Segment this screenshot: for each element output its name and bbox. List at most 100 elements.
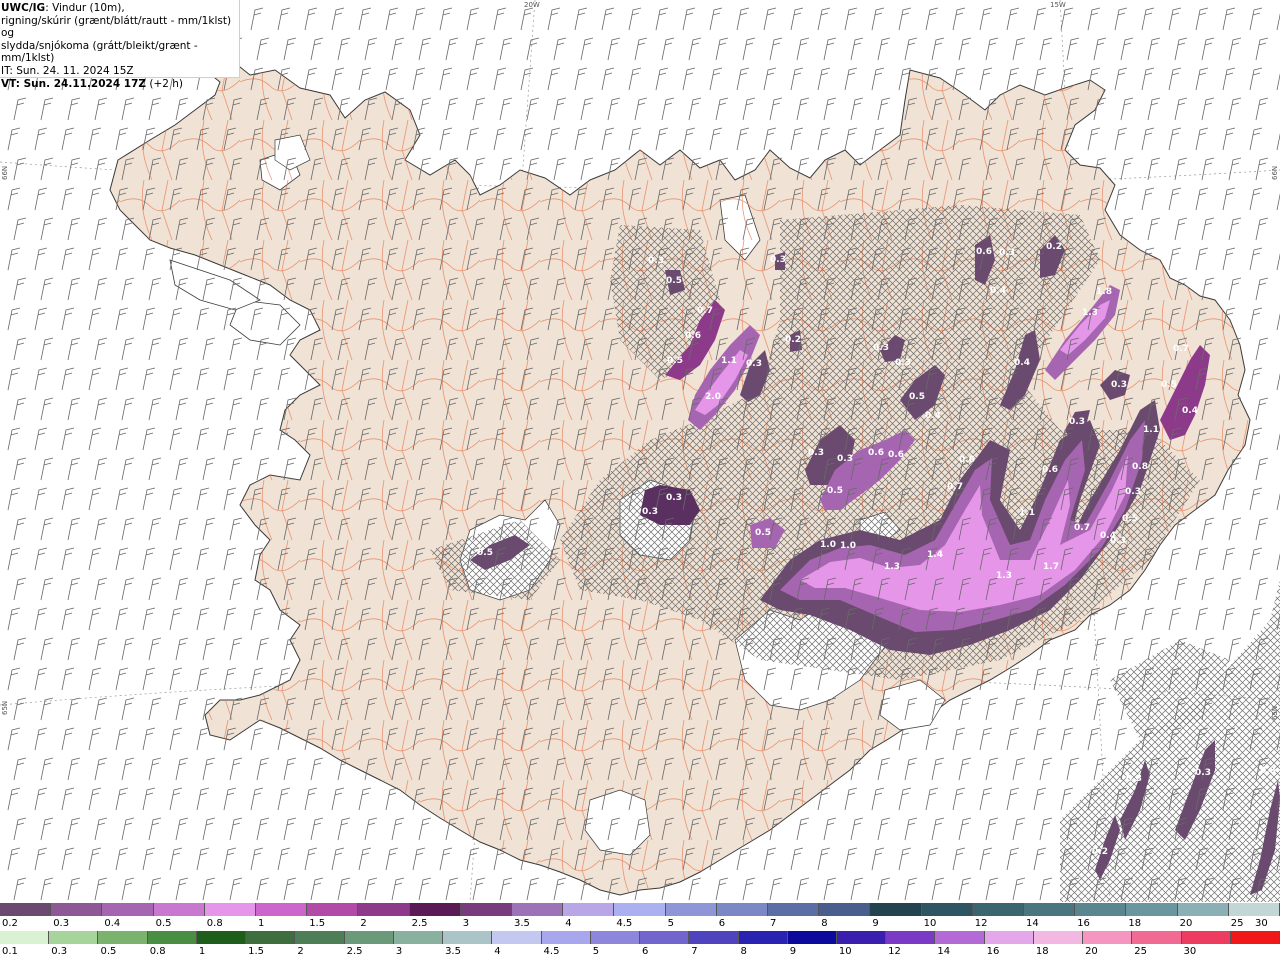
precip-value-label: 0.3	[1069, 417, 1085, 427]
legend-label: 30	[1255, 918, 1268, 929]
legend-swatch	[819, 903, 871, 916]
legend-swatch	[256, 903, 308, 916]
legend-label: 7	[770, 918, 777, 929]
legend-swatch	[870, 903, 922, 916]
legend-swatch	[972, 903, 1025, 916]
legend-swatch	[1181, 931, 1231, 944]
legend-label: 0.2	[2, 918, 18, 929]
map-canvas: 0.30.50.70.60.5 1.1 0.32.00.30.20.30.30.50…	[0, 0, 1280, 903]
legend-label: 2.5	[411, 918, 428, 929]
legend-swatch	[1177, 903, 1229, 916]
legend-label: 25	[1230, 918, 1244, 929]
legend-label: 1	[198, 946, 206, 957]
legend-label: 7	[691, 946, 698, 957]
legend-label: 0.8	[149, 946, 166, 957]
legend-label: 5	[592, 946, 600, 957]
legend-swatch	[563, 903, 615, 916]
legend-label: 4	[565, 918, 572, 929]
precip-value-label: 0.2	[1046, 242, 1062, 252]
precip-value-label: 0.2	[785, 335, 801, 345]
legend-swatch	[246, 931, 296, 944]
legend-swatch	[689, 931, 739, 944]
precip-value-label: 0.5	[909, 392, 925, 402]
precip-value-label: 0.7	[1074, 523, 1090, 533]
legend-swatch	[51, 903, 103, 916]
legend-label: 3.5	[514, 918, 530, 929]
legend-label: 9	[872, 918, 879, 929]
legend-label: 4	[494, 946, 501, 957]
legend-label: 6	[642, 946, 649, 957]
weather-map: 0.3 0.5 0.7 0.6 0.5 1.1 0.3 2.0 0.3 0.2 0.3 0.3 0.5 0…	[0, 0, 1280, 903]
precip-value-label: 0.3	[808, 448, 824, 458]
legend-label: 0.5	[100, 946, 117, 957]
legend-label: 25	[1134, 946, 1148, 957]
lon-label-20w: 20W	[524, 1, 540, 9]
legend-label: 0.8	[206, 918, 223, 929]
precip-value-label: 0.6	[868, 448, 884, 458]
precip-value-label: 0.6	[976, 247, 992, 257]
legend-swatch	[344, 931, 394, 944]
legend-label: 1.5	[248, 946, 265, 957]
legend-label: 4.5	[616, 918, 633, 929]
precip-value-label: 1.0	[820, 540, 836, 550]
precip-value-label: 0.3	[999, 248, 1015, 258]
legend-swatch	[49, 931, 99, 944]
legend-label: 20	[1085, 946, 1098, 957]
legend-swatch	[1075, 903, 1127, 916]
legend-label: 8	[821, 918, 828, 929]
legend-swatch	[295, 931, 345, 944]
legend-label: 3	[462, 918, 470, 929]
model-label: UWC/IG	[1, 2, 46, 14]
precip-value-label: 0.4	[1100, 531, 1116, 541]
precip-value-label: 1.3	[884, 562, 900, 572]
legend-label: 18	[1035, 946, 1049, 957]
precip-value-label: 0.4	[925, 411, 941, 421]
precip-value-label: 0.6	[1042, 465, 1058, 475]
legend-swatch	[787, 931, 837, 944]
legend-snow-labels: 0.2 0.3 0.4 0.5 0.8 1 1.5 2 2.5 3 3.5 4 4.5 5 6 7 8 9 10 12…	[0, 918, 1280, 930]
precip-value-label: 0.3	[1125, 487, 1141, 497]
legend-rain-labels: 0.1 0.3 0.5 0.8 1 1.5 2 2.5 3 3.5 4 4.5 5 6 7 8 9 10 12 14 1…	[0, 946, 1280, 958]
legend-label: 2.5	[346, 946, 363, 957]
precip-value-label: 0.3	[1260, 766, 1276, 776]
legend-swatch	[886, 931, 936, 944]
legend-snow-colorbar	[0, 903, 1280, 916]
legend-swatch	[640, 931, 690, 944]
variable-label: : Vindur (10m),	[45, 2, 125, 14]
legend-swatch	[1024, 903, 1076, 916]
precip-value-label: 1.4	[927, 550, 943, 560]
precip-value-label: 0.3	[648, 256, 664, 266]
legend-label: 8	[740, 946, 747, 957]
legend-label: 12	[974, 918, 988, 929]
legend-label: 3	[395, 946, 403, 957]
precip-value-label: 0.5	[666, 276, 682, 286]
valid-time: VT: Sun. 24.11.2024 17Z (+2 h)	[1, 78, 239, 91]
legend-label: 6	[718, 918, 726, 929]
precip-value-label: 2.0	[705, 392, 721, 402]
precip-value-label: 1.0	[840, 541, 856, 551]
legend-swatch	[541, 931, 591, 944]
legend-swatch	[1230, 931, 1280, 944]
legend-label: 14	[1026, 918, 1039, 929]
legend-swatch	[443, 931, 493, 944]
legend-label: 14	[937, 946, 951, 957]
precip-value-label: 1.1	[1019, 508, 1035, 518]
legend-label: 18	[1128, 918, 1142, 929]
precip-value-label: 1.3	[1082, 308, 1098, 318]
legend-swatch	[153, 903, 205, 916]
legend-swatch	[614, 903, 666, 916]
precip-value-label: 0.3	[1111, 380, 1127, 390]
legend-label: 2	[360, 918, 367, 929]
legend-swatch	[98, 931, 148, 944]
legend-label: 0.5	[155, 918, 172, 929]
legend-swatch	[836, 931, 887, 944]
legend-swatch	[393, 931, 444, 944]
legend-swatch	[768, 903, 820, 916]
legend-swatch	[147, 931, 197, 944]
legend-swatch	[1083, 931, 1133, 944]
info-line-2: rigning/skúrir (grænt/blátt/rautt - mm/1…	[1, 14, 232, 40]
legend-label: 9	[789, 946, 797, 957]
precip-value-label: 0.5	[827, 486, 843, 496]
legend-swatch	[935, 931, 985, 944]
legend-swatch	[204, 903, 257, 916]
